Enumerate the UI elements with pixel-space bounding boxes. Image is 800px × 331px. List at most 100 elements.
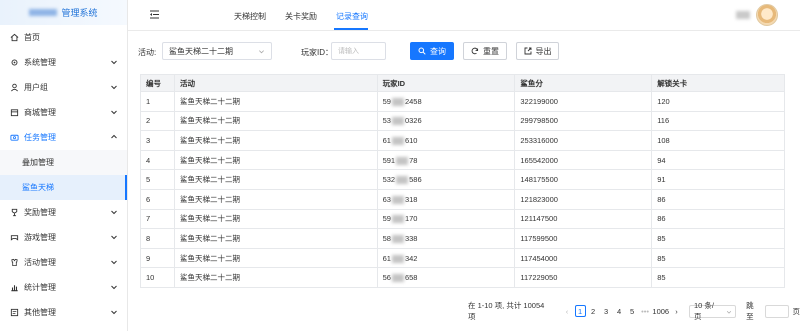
cell-level: 91 bbox=[651, 169, 785, 190]
player-id-suffix: 586 bbox=[409, 175, 422, 185]
reset-icon bbox=[471, 47, 479, 55]
player-id-redaction bbox=[391, 117, 404, 126]
col-header-activity[interactable]: 活动 bbox=[174, 74, 378, 92]
reset-button[interactable]: 重置 bbox=[463, 42, 507, 60]
page-ellipsis[interactable]: ••• bbox=[640, 305, 651, 317]
cell-player-id: 59 170 bbox=[377, 209, 516, 230]
table-row: 10 鲨鱼天梯二十二期 56 658 117229050 85 bbox=[140, 267, 785, 288]
cell-level: 85 bbox=[651, 267, 785, 288]
sidebar-item-label: 其他管理 bbox=[24, 308, 56, 317]
user-icon bbox=[9, 83, 19, 93]
table-header-row: 编号 活动 玩家ID 鲨鱼分 解锁关卡 bbox=[140, 74, 785, 92]
chevron-down-icon bbox=[111, 260, 117, 265]
cell-activity: 鲨鱼天梯二十二期 bbox=[174, 189, 378, 210]
sidebar-item-label: 统计管理 bbox=[24, 283, 56, 292]
export-button[interactable]: 导出 bbox=[516, 42, 559, 60]
table-row: 2 鲨鱼天梯二十二期 53 0326 299798500 116 bbox=[140, 111, 785, 132]
sidebar-item-game[interactable]: 游戏管理 bbox=[0, 225, 127, 250]
player-id-suffix: 338 bbox=[404, 233, 418, 243]
page-button-3[interactable]: 3 bbox=[601, 305, 612, 317]
sidebar: 管理系统 首页 系统管理 用户组 商城管理 任务管理 叠加管理 鲨鱼天梯 奖励管… bbox=[0, 0, 128, 331]
search-button[interactable]: 查询 bbox=[410, 42, 454, 60]
sidebar-item-home[interactable]: 首页 bbox=[0, 25, 127, 50]
table-row: 6 鲨鱼天梯二十二期 63 318 121823000 86 bbox=[140, 189, 785, 210]
jump-page-input[interactable] bbox=[764, 304, 789, 318]
chevron-down-icon bbox=[111, 85, 117, 90]
player-id-prefix: 59 bbox=[382, 214, 391, 224]
sidebar-item-reward[interactable]: 奖励管理 bbox=[0, 200, 127, 225]
prev-page-button[interactable]: ‹ bbox=[562, 305, 573, 317]
tab-ladder-control[interactable]: 天梯控制 bbox=[234, 11, 266, 22]
cell-no: 2 bbox=[140, 111, 175, 132]
tab-record-query[interactable]: 记录查询 bbox=[336, 11, 368, 22]
cell-no: 8 bbox=[140, 228, 175, 249]
chevron-down-icon bbox=[111, 310, 117, 315]
brand: 管理系统 bbox=[0, 0, 127, 25]
activity-icon bbox=[9, 258, 19, 268]
tab-level-reward[interactable]: 关卡奖励 bbox=[285, 11, 317, 22]
cell-player-id: 59 2458 bbox=[377, 91, 516, 112]
cell-player-id: 532 586 bbox=[377, 169, 516, 190]
cell-activity: 鲨鱼天梯二十二期 bbox=[174, 91, 378, 112]
player-id-suffix: 170 bbox=[404, 214, 418, 224]
player-id-input[interactable] bbox=[331, 42, 386, 60]
player-id-suffix: 78 bbox=[409, 155, 418, 165]
cell-score: 148175500 bbox=[514, 169, 653, 190]
player-id-redaction bbox=[396, 156, 409, 165]
page-size-select[interactable]: 10 条/页 bbox=[688, 301, 737, 321]
sidebar-item-system[interactable]: 系统管理 bbox=[0, 50, 127, 75]
cell-level: 116 bbox=[651, 111, 785, 132]
page-button-last[interactable]: 1006 bbox=[652, 305, 669, 317]
sidebar-item-stats[interactable]: 统计管理 bbox=[0, 275, 127, 300]
cell-level: 85 bbox=[651, 228, 785, 249]
cell-player-id: 591 78 bbox=[377, 150, 516, 171]
menu-collapse-icon[interactable] bbox=[149, 9, 160, 20]
col-header-score[interactable]: 鲨鱼分 bbox=[514, 74, 653, 92]
cell-score: 117454000 bbox=[514, 248, 653, 269]
activity-select[interactable]: 鲨鱼天梯二十二期 bbox=[162, 42, 272, 60]
table-row: 7 鲨鱼天梯二十二期 59 170 121147500 86 bbox=[140, 209, 785, 230]
page-button-5[interactable]: 5 bbox=[627, 305, 638, 317]
sidebar-item-other[interactable]: 其他管理 bbox=[0, 300, 127, 325]
cell-no: 10 bbox=[140, 267, 175, 288]
col-header-no[interactable]: 编号 bbox=[140, 74, 175, 92]
player-id-prefix: 59 bbox=[382, 96, 391, 106]
sidebar-subitem-shark-ladder[interactable]: 鲨鱼天梯 bbox=[0, 175, 127, 200]
col-header-player-id[interactable]: 玩家ID bbox=[377, 74, 516, 92]
table-row: 3 鲨鱼天梯二十二期 61 610 253316000 108 bbox=[140, 130, 785, 151]
brand-logo-blurred bbox=[29, 9, 58, 16]
jump-page-suffix: 页 bbox=[792, 306, 800, 316]
next-page-button[interactable]: › bbox=[671, 305, 682, 317]
sidebar-item-activity[interactable]: 活动管理 bbox=[0, 250, 127, 275]
page-button-1[interactable]: 1 bbox=[574, 305, 586, 317]
avatar[interactable] bbox=[756, 4, 778, 26]
cell-score: 299798500 bbox=[514, 111, 653, 132]
sidebar-item-task[interactable]: 任务管理 bbox=[0, 125, 127, 150]
cell-player-id: 61 610 bbox=[377, 130, 516, 151]
page-size-value: 10 条/页 bbox=[693, 301, 714, 321]
user-menu[interactable] bbox=[736, 4, 778, 26]
player-id-suffix: 342 bbox=[404, 253, 418, 263]
cell-no: 6 bbox=[140, 189, 175, 210]
reset-button-label: 重置 bbox=[483, 46, 499, 56]
sidebar-subitem-stack[interactable]: 叠加管理 bbox=[0, 150, 127, 175]
cell-activity: 鲨鱼天梯二十二期 bbox=[174, 169, 378, 190]
col-header-level[interactable]: 解锁关卡 bbox=[651, 74, 785, 92]
sidebar-item-label: 任务管理 bbox=[24, 133, 56, 142]
gear-icon bbox=[9, 58, 19, 68]
player-id-redaction bbox=[391, 136, 404, 145]
active-tab-indicator bbox=[334, 28, 368, 30]
sidebar-item-user-group[interactable]: 用户组 bbox=[0, 75, 127, 100]
cell-score: 253316000 bbox=[514, 130, 653, 151]
cell-level: 108 bbox=[651, 130, 785, 151]
sidebar-item-label: 游戏管理 bbox=[24, 233, 56, 242]
player-id-prefix: 56 bbox=[382, 273, 391, 283]
cell-player-id: 56 658 bbox=[377, 267, 516, 288]
page-button-2[interactable]: 2 bbox=[588, 305, 599, 317]
chevron-down-icon bbox=[726, 310, 732, 314]
player-id-redaction bbox=[391, 215, 404, 224]
chevron-down-icon bbox=[111, 210, 117, 215]
cell-activity: 鲨鱼天梯二十二期 bbox=[174, 228, 378, 249]
page-button-4[interactable]: 4 bbox=[614, 305, 625, 317]
sidebar-item-shop[interactable]: 商城管理 bbox=[0, 100, 127, 125]
